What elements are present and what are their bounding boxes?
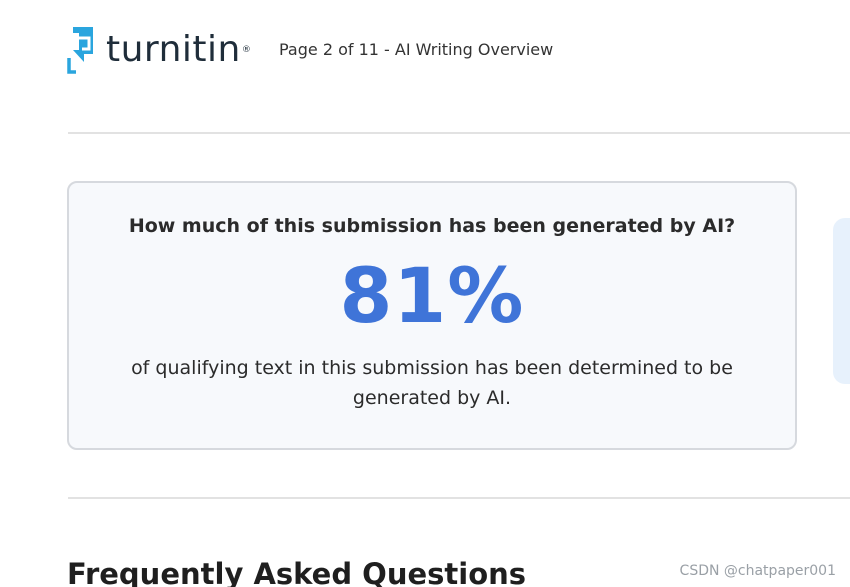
document-page: turnitin ® Page 2 of 11 - AI Writing Ove… [0,0,850,587]
bottom-divider [68,497,850,499]
turnitin-logo: turnitin ® [66,24,251,76]
registered-mark: ® [241,45,251,55]
side-panel [833,218,850,384]
faq-heading: Frequently Asked Questions [67,557,527,587]
ai-score-card: How much of this submission has been gen… [67,181,797,450]
turnitin-logo-icon [67,27,93,74]
page-info: Page 2 of 11 - AI Writing Overview [279,40,554,59]
ai-question: How much of this submission has been gen… [128,215,736,237]
ai-percentage: 81% [339,251,525,340]
page-header: turnitin ® Page 2 of 11 - AI Writing Ove… [0,0,850,100]
top-divider [68,132,850,134]
logo-wordmark: turnitin [106,29,241,70]
ai-description: of qualifying text in this submission ha… [131,357,733,409]
watermark: CSDN @chatpaper001 [679,563,836,579]
